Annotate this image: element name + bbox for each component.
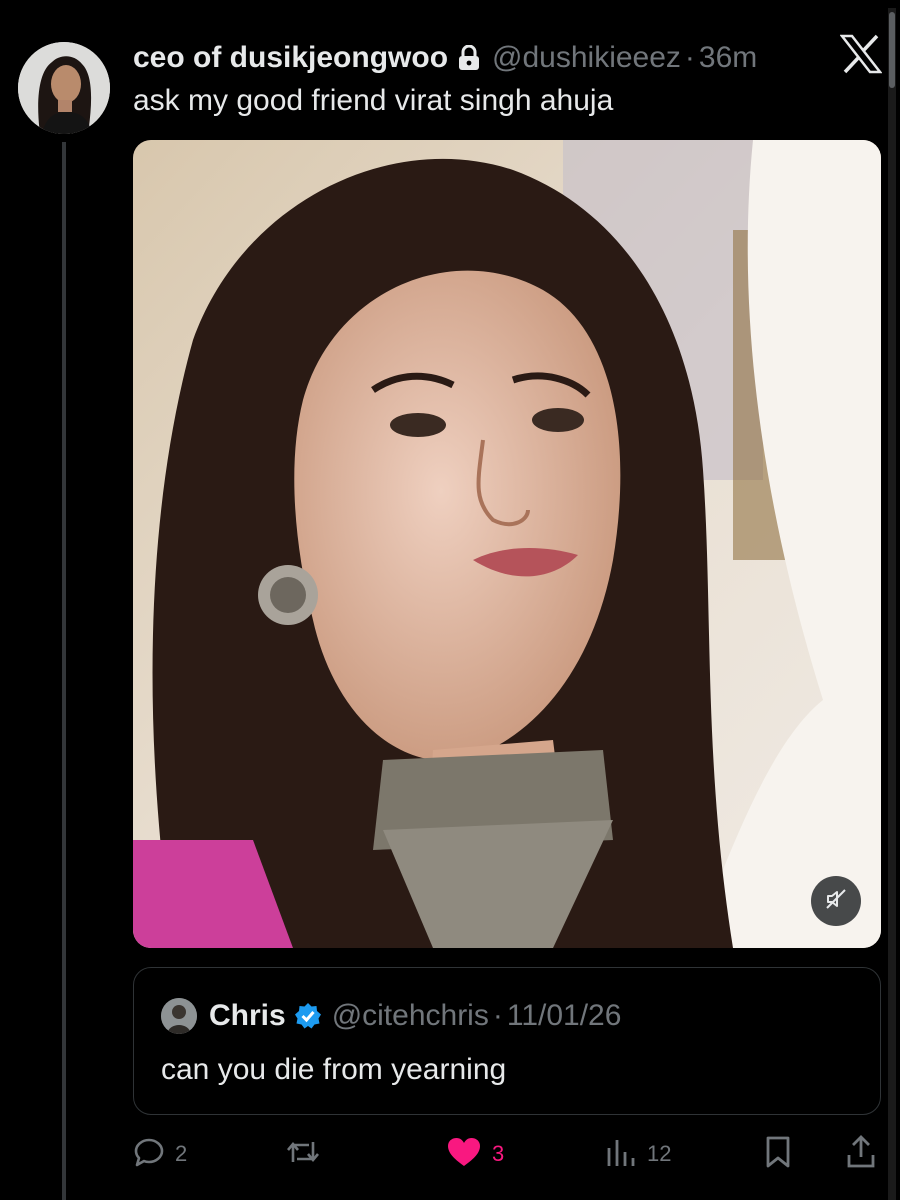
- avatar-photo: [18, 42, 110, 134]
- reply-count: 2: [175, 1141, 188, 1166]
- speaker-muted-icon: [824, 887, 848, 916]
- like-count: 3: [492, 1141, 505, 1166]
- display-name[interactable]: ceo of dusikjeongwoo: [133, 41, 448, 75]
- reply-icon: [133, 1136, 165, 1173]
- quoted-post-header: Chris @citehchris · 11/01/26: [161, 998, 621, 1034]
- bookmark-icon: [763, 1135, 793, 1174]
- mute-button[interactable]: [811, 876, 861, 926]
- lock-icon: [458, 45, 480, 71]
- quoted-text: can you die from yearning: [161, 1053, 507, 1086]
- views-button[interactable]: 12: [605, 1134, 671, 1174]
- quoted-post[interactable]: Chris @citehchris · 11/01/26 can you die…: [133, 967, 881, 1115]
- window-edge: [888, 8, 896, 1200]
- quoted-handle: @citehchris: [331, 999, 489, 1032]
- quoted-separator-dot: ·: [492, 999, 503, 1032]
- timestamp[interactable]: 36m: [699, 41, 757, 75]
- thread-line: [62, 142, 66, 1200]
- views-icon: [605, 1136, 637, 1173]
- video-media[interactable]: [133, 140, 881, 948]
- video-frame: [133, 140, 881, 948]
- views-count: 12: [647, 1141, 672, 1166]
- scrollbar[interactable]: [889, 12, 895, 88]
- avatar[interactable]: [18, 42, 110, 134]
- repost-button[interactable]: [285, 1134, 331, 1174]
- repost-icon: [285, 1136, 321, 1173]
- tweet-text: ask my good friend virat singh ahuja: [133, 84, 614, 117]
- quoted-display-name: Chris: [209, 999, 286, 1032]
- verified-badge-icon: [294, 1002, 322, 1030]
- separator-dot: ·: [684, 41, 695, 74]
- quoted-avatar: [161, 998, 197, 1034]
- handle[interactable]: @dushikieeez: [492, 41, 681, 75]
- quoted-date: 11/01/26: [506, 999, 622, 1032]
- bookmark-button[interactable]: [763, 1134, 793, 1174]
- post-header: ceo of dusikjeongwoo @dushikieeez · 36m: [133, 38, 757, 78]
- heart-icon: [446, 1136, 482, 1173]
- action-bar: 2 3 12: [133, 1134, 881, 1174]
- x-logo-icon[interactable]: [839, 34, 883, 74]
- share-button[interactable]: [845, 1134, 877, 1174]
- reply-button[interactable]: 2: [133, 1134, 187, 1174]
- like-button[interactable]: 3: [446, 1134, 504, 1174]
- share-icon: [845, 1134, 877, 1174]
